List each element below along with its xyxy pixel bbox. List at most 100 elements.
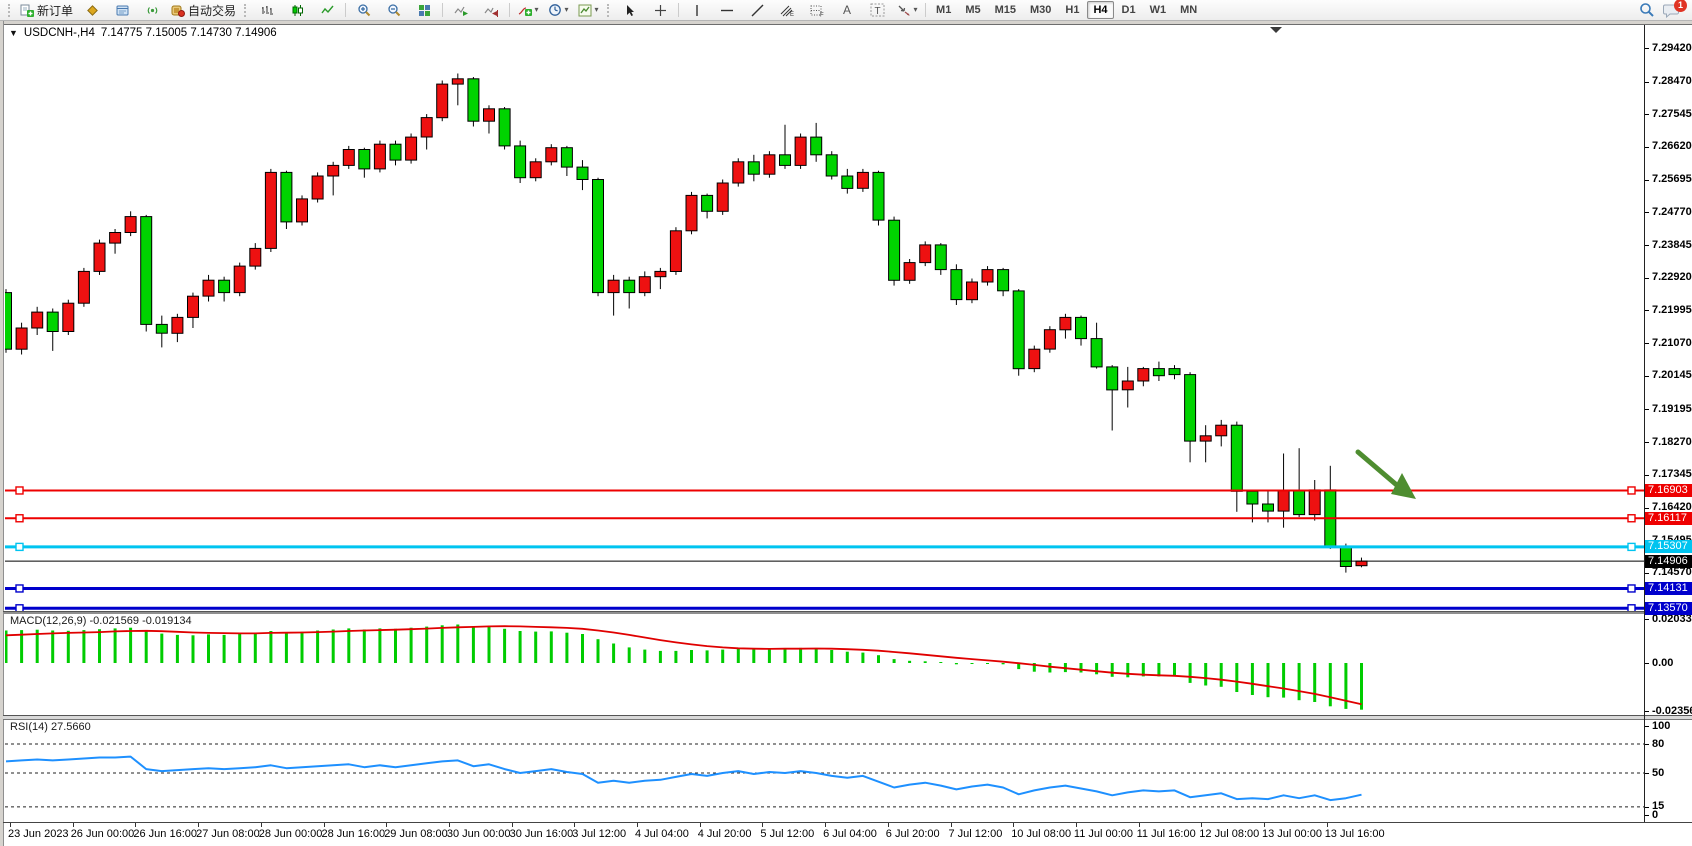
signal-button[interactable] <box>137 0 167 20</box>
zoom-out-icon <box>387 3 401 17</box>
chevron-down-icon: ▾ <box>595 6 599 14</box>
terminal-window: 新订单 自动交易 <box>0 0 1692 846</box>
toolbar-grip <box>607 4 611 17</box>
timeframe-m5[interactable]: M5 <box>959 1 986 19</box>
market-watch-icon <box>116 4 129 17</box>
axis-tick <box>1645 343 1649 344</box>
axis-tick <box>1645 475 1649 476</box>
zoom-in-icon <box>357 3 371 17</box>
timeframe-m15[interactable]: M15 <box>989 1 1022 19</box>
timeframe-h4[interactable]: H4 <box>1087 1 1113 19</box>
time-axis-tick <box>1139 823 1140 827</box>
price-axis-label: 7.26620 <box>1652 140 1692 153</box>
tile-windows-icon <box>418 4 431 17</box>
horizontal-line-button[interactable] <box>712 0 742 20</box>
price-axis-label: 7.29420 <box>1652 42 1692 55</box>
profile-button[interactable] <box>77 0 107 20</box>
horizontal-level-line[interactable] <box>5 543 1644 550</box>
axis-tick <box>1645 82 1649 83</box>
macd-canvas[interactable] <box>5 613 1644 715</box>
new-order-icon <box>20 4 34 17</box>
time-axis-label: 26 Jun 16:00 <box>133 828 197 840</box>
time-axis-label: 3 Jul 12:00 <box>572 828 626 840</box>
indicators-button[interactable]: ▾ <box>513 0 543 20</box>
tile-windows-button[interactable] <box>409 0 439 20</box>
time-axis-label: 10 Jul 08:00 <box>1011 828 1071 840</box>
rsi-canvas[interactable] <box>5 718 1644 822</box>
vertical-line-button[interactable] <box>682 0 712 20</box>
crosshair-button[interactable] <box>645 0 675 20</box>
price-chart-canvas[interactable] <box>5 26 1644 611</box>
current-price-tag: 7.14906 <box>1645 555 1692 568</box>
trendline-icon <box>751 4 764 17</box>
rsi-line <box>6 757 1362 801</box>
fibo-grid-button[interactable]: F <box>802 0 832 20</box>
pane-separator[interactable] <box>3 611 1692 614</box>
horizontal-level-line[interactable] <box>5 585 1644 592</box>
rsi-axis-label: 80 <box>1652 738 1664 751</box>
line-chart-button[interactable] <box>312 0 342 20</box>
notifications-button[interactable]: 1 <box>1663 3 1680 18</box>
timeframe-mn[interactable]: MN <box>1174 1 1203 19</box>
axis-tick <box>1645 619 1649 620</box>
timeframe-w1[interactable]: W1 <box>1144 1 1173 19</box>
time-axis-tick <box>1327 823 1328 827</box>
pane-separator[interactable] <box>3 715 1692 720</box>
time-axis-label: 11 Jul 00:00 <box>1074 828 1133 840</box>
horizontal-line-icon <box>720 4 734 17</box>
one-click-trading-toggle[interactable]: ▼ <box>9 28 18 38</box>
bar-chart-button[interactable] <box>252 0 282 20</box>
text-button[interactable]: A <box>832 0 862 20</box>
timeframe-h1[interactable]: H1 <box>1059 1 1085 19</box>
auto-scroll-icon <box>454 4 468 17</box>
arrows-button[interactable]: ▾ <box>892 0 922 20</box>
toolbar-right: 1 <box>1639 2 1688 18</box>
new-order-button[interactable]: 新订单 <box>16 0 77 20</box>
line-price-tag: 7.16903 <box>1645 484 1692 497</box>
price-axis-label: 7.19195 <box>1652 403 1692 416</box>
horizontal-level-line[interactable] <box>5 515 1644 522</box>
candlestick-icon <box>291 4 304 17</box>
market-watch-button[interactable] <box>107 0 137 20</box>
annotation-arrow[interactable] <box>1358 452 1416 499</box>
fibo-button[interactable]: E <box>772 0 802 20</box>
zoom-out-button[interactable] <box>379 0 409 20</box>
line-price-tag: 7.13570 <box>1645 602 1692 615</box>
text-label-button[interactable]: T <box>862 0 892 20</box>
crosshair-icon <box>654 4 667 17</box>
time-axis-tick <box>574 823 575 827</box>
search-icon[interactable] <box>1639 2 1655 18</box>
zoom-in-button[interactable] <box>349 0 379 20</box>
price-axis-label: 7.20145 <box>1652 369 1692 382</box>
templates-button[interactable]: ▾ <box>573 0 603 20</box>
time-axis-tick <box>825 823 826 827</box>
time-axis-label: 13 Jul 00:00 <box>1262 828 1322 840</box>
cursor-button[interactable] <box>615 0 645 20</box>
time-axis[interactable]: 23 Jun 202326 Jun 00:0026 Jun 16:0027 Ju… <box>5 823 1644 846</box>
periods-button[interactable]: ▾ <box>543 0 573 20</box>
new-order-label: 新订单 <box>37 2 73 19</box>
timeframe-m30[interactable]: M30 <box>1024 1 1057 19</box>
candle-chart-button[interactable] <box>282 0 312 20</box>
time-axis-tick <box>700 823 701 827</box>
fibo-lines-icon: E <box>780 4 795 17</box>
toolbar-separator <box>345 3 346 17</box>
vertical-line-icon <box>692 4 702 17</box>
toolbar-separator <box>678 3 679 17</box>
chart-shift-marker-icon <box>1270 27 1282 33</box>
bar-chart-icon <box>261 4 274 17</box>
time-axis-label: 6 Jul 20:00 <box>886 828 940 840</box>
axis-tick <box>1645 442 1649 443</box>
time-axis-tick <box>637 823 638 827</box>
auto-trading-button[interactable]: 自动交易 <box>167 0 240 20</box>
auto-scroll-button[interactable] <box>446 0 476 20</box>
timeframe-m1[interactable]: M1 <box>930 1 957 19</box>
price-scale-border <box>1644 25 1645 822</box>
timeframe-group: M1M5M15M30H1H4D1W1MN <box>929 1 1204 19</box>
time-axis-label: 30 Jun 00:00 <box>447 828 511 840</box>
chart-shift-button[interactable] <box>476 0 506 20</box>
line-price-tag: 7.15307 <box>1645 540 1692 553</box>
timeframe-d1[interactable]: D1 <box>1116 1 1142 19</box>
axis-tick <box>1645 409 1649 410</box>
trendline-button[interactable] <box>742 0 772 20</box>
